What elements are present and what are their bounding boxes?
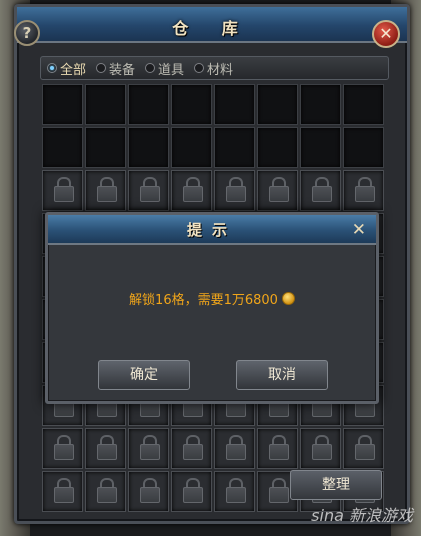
locked-slot[interactable] — [128, 471, 169, 512]
lock-icon — [139, 176, 160, 203]
lock-icon — [225, 477, 246, 504]
inventory-slot[interactable] — [128, 127, 169, 168]
sort-button[interactable]: 整理 — [290, 470, 382, 500]
lock-icon — [311, 176, 332, 203]
gold-coin-icon — [281, 292, 295, 305]
locked-slot[interactable] — [85, 428, 126, 469]
tab-items[interactable]: 道具 — [145, 59, 184, 78]
lock-icon — [139, 434, 160, 461]
inventory-slot[interactable] — [343, 127, 384, 168]
lock-icon — [311, 434, 332, 461]
tab-bar: 全部 装备 道具 材料 — [40, 56, 389, 80]
lock-icon — [354, 176, 375, 203]
locked-slot[interactable] — [214, 428, 255, 469]
tab-label: 装备 — [109, 62, 136, 78]
lock-icon — [53, 477, 74, 504]
locked-slot[interactable] — [300, 170, 341, 211]
lock-icon — [225, 176, 246, 203]
locked-slot[interactable] — [85, 170, 126, 211]
inventory-slot[interactable] — [214, 127, 255, 168]
lock-icon — [268, 477, 289, 504]
inventory-row — [42, 170, 386, 211]
locked-slot[interactable] — [171, 471, 212, 512]
inventory-slot[interactable] — [42, 84, 83, 125]
lock-icon — [96, 176, 117, 203]
tab-all[interactable]: 全部 — [47, 59, 86, 78]
inventory-row — [42, 84, 386, 125]
inventory-slot[interactable] — [171, 84, 212, 125]
tab-equipment[interactable]: 装备 — [96, 59, 135, 78]
inventory-slot[interactable] — [214, 84, 255, 125]
locked-slot[interactable] — [85, 471, 126, 512]
dialog-close-icon[interactable]: ✕ — [352, 220, 366, 240]
radio-icon — [96, 63, 107, 73]
inventory-slot[interactable] — [257, 127, 298, 168]
lock-icon — [96, 477, 117, 504]
locked-slot[interactable] — [42, 428, 83, 469]
tab-label: 材料 — [207, 62, 234, 78]
lock-icon — [354, 434, 375, 461]
dialog-message-row: 解锁16格，需要1万6800 — [48, 289, 376, 308]
lock-icon — [268, 176, 289, 203]
lock-icon — [268, 434, 289, 461]
locked-slot[interactable] — [214, 170, 255, 211]
lock-icon — [53, 434, 74, 461]
locked-slot[interactable] — [42, 170, 83, 211]
lock-icon — [182, 477, 203, 504]
cancel-button[interactable]: 取消 — [236, 360, 328, 390]
locked-slot[interactable] — [171, 170, 212, 211]
inventory-slot[interactable] — [257, 84, 298, 125]
locked-slot[interactable] — [128, 428, 169, 469]
confirm-button[interactable]: 确定 — [98, 360, 190, 390]
locked-slot[interactable] — [171, 428, 212, 469]
inventory-slot[interactable] — [42, 127, 83, 168]
lock-icon — [139, 477, 160, 504]
inventory-slot[interactable] — [300, 127, 341, 168]
inventory-slot[interactable] — [128, 84, 169, 125]
tab-label: 全部 — [60, 62, 87, 78]
inventory-row — [42, 127, 386, 168]
tab-label: 道具 — [158, 62, 185, 78]
lock-icon — [182, 434, 203, 461]
lock-icon — [96, 434, 117, 461]
lock-icon — [225, 434, 246, 461]
inventory-slot[interactable] — [300, 84, 341, 125]
lock-icon — [182, 176, 203, 203]
locked-slot[interactable] — [42, 471, 83, 512]
radio-icon — [145, 63, 156, 73]
titlebar: 仓 库 — [17, 7, 407, 43]
inventory-slot[interactable] — [85, 127, 126, 168]
unlock-dialog: 提示 ✕ 解锁16格，需要1万6800 确定 取消 — [45, 212, 379, 404]
locked-slot[interactable] — [257, 428, 298, 469]
help-icon[interactable]: ? — [14, 20, 40, 46]
inventory-row — [42, 428, 386, 469]
radio-icon — [47, 63, 57, 73]
locked-slot[interactable] — [257, 170, 298, 211]
lock-icon — [53, 176, 74, 203]
inventory-slot[interactable] — [85, 84, 126, 125]
inventory-slot[interactable] — [171, 127, 212, 168]
dialog-title: 提示 — [48, 215, 376, 245]
dialog-message: 解锁16格，需要1万6800 — [129, 293, 278, 308]
close-icon[interactable]: ✕ — [372, 20, 400, 48]
tab-materials[interactable]: 材料 — [194, 59, 233, 78]
radio-icon — [194, 63, 205, 73]
window-title: 仓 库 — [172, 19, 252, 38]
locked-slot[interactable] — [300, 428, 341, 469]
locked-slot[interactable] — [343, 170, 384, 211]
locked-slot[interactable] — [128, 170, 169, 211]
locked-slot[interactable] — [214, 471, 255, 512]
inventory-slot[interactable] — [343, 84, 384, 125]
locked-slot[interactable] — [343, 428, 384, 469]
watermark: sina 新浪游戏 — [311, 506, 413, 525]
